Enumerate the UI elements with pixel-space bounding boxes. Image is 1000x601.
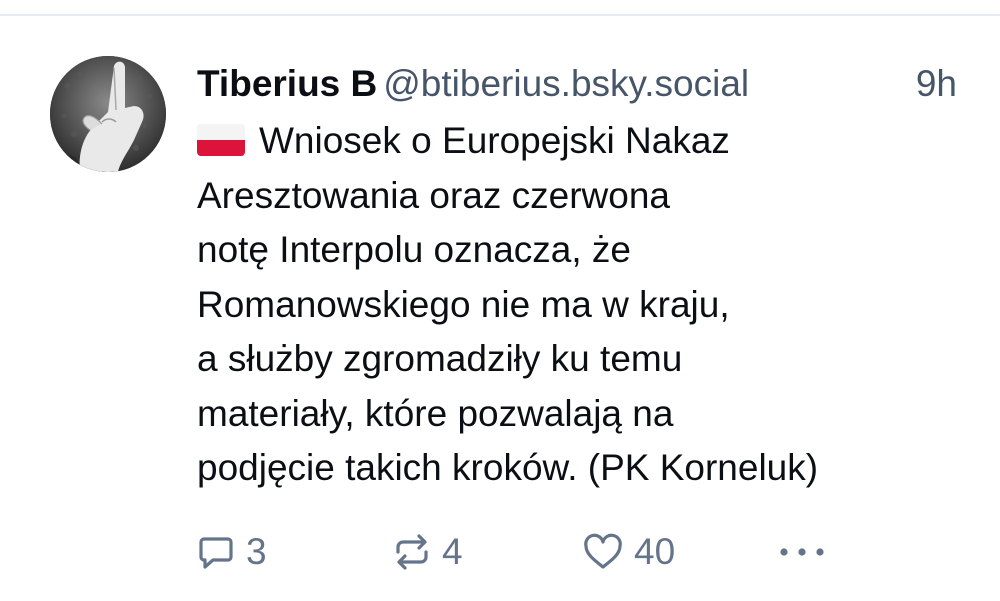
heart-icon [582,532,624,572]
like-count: 40 [634,531,676,572]
author-display-name[interactable]: Tiberius B [197,63,377,104]
reply-count: 3 [246,531,267,572]
repost-button[interactable]: 4 [392,528,463,576]
post-timestamp[interactable]: 9h [916,60,957,108]
post-text-line: podjęcie takich kroków. (PK Korneluk) [197,447,819,488]
post-text-line: Wniosek o Europejski Nakaz [197,114,967,169]
post-text-line-content: Wniosek o Europejski Nakaz [259,120,730,161]
like-button[interactable]: 40 [582,528,675,576]
post-text-line: a służby zgromadziły ku temu [197,338,683,379]
post-text-line: notę Interpolu oznacza, że [197,229,632,270]
repost-icon [392,532,432,572]
post-text-line: materiały, które pozwalają na [197,392,674,434]
reply-icon [196,532,236,572]
poland-flag-icon [197,124,245,156]
reply-button[interactable]: 3 [196,528,267,576]
repost-count: 4 [442,531,463,572]
post-text: Wniosek o Europejski Nakaz Aresztowania … [197,114,967,496]
more-options-button[interactable] [776,528,828,576]
author-handle[interactable]: @btiberius.bsky.social [383,63,749,104]
post-text-line: Aresztowania oraz czerwona [197,174,670,216]
more-options-icon [776,532,828,572]
avatar-image [50,56,166,172]
post-text-line: Romanowskiego nie ma w kraju, [197,283,730,325]
post[interactable]: Tiberius B @btiberius.bsky.social 9h Wnio… [0,16,1000,601]
post-header: Tiberius B @btiberius.bsky.social 9h [197,60,967,108]
post-actions: 3 4 40 [190,528,970,576]
avatar[interactable] [50,56,166,172]
